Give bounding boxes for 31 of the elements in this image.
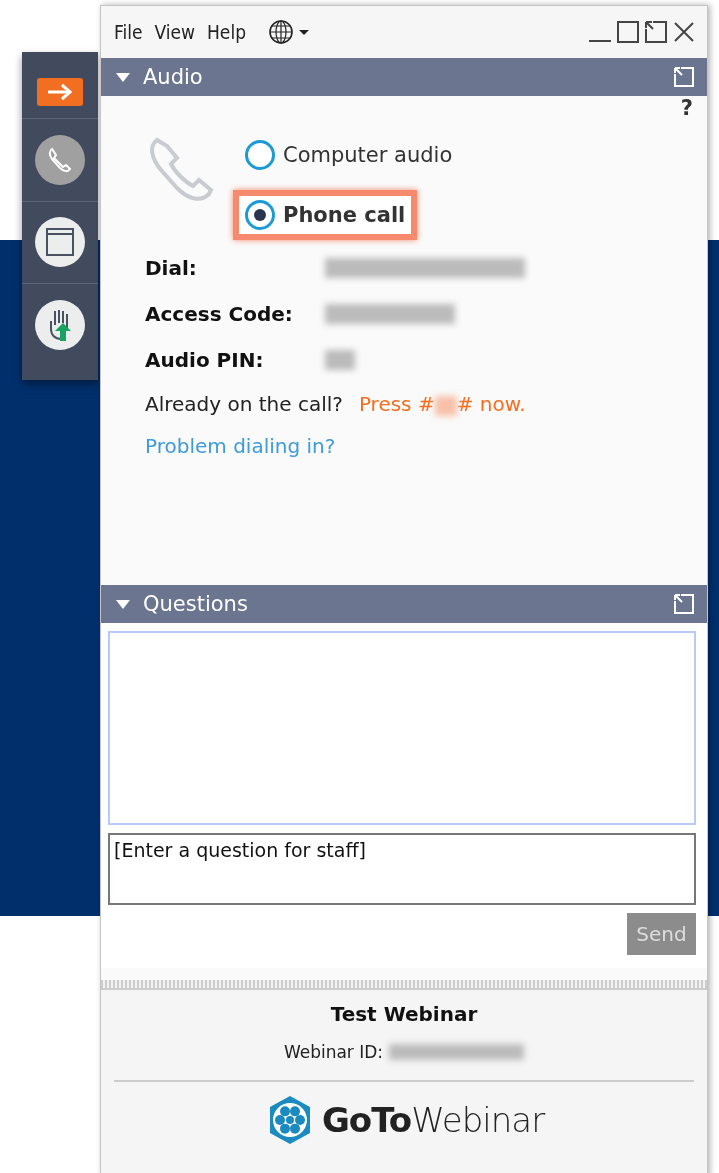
prompt-text: Already on the call? [145,392,343,416]
pop-out-icon[interactable] [673,593,695,615]
maximize-icon[interactable] [615,19,641,45]
arrow-right-icon[interactable] [37,77,83,106]
menu-item[interactable]: View [154,21,195,43]
panel-header[interactable]: Audio [101,58,707,96]
panel-title: Questions [143,592,248,616]
webinar-title: Test Webinar [330,1002,478,1026]
panel-header[interactable]: Questions [101,585,707,623]
window-icon[interactable] [34,216,86,269]
panel-title: Audio [143,65,203,89]
question-field[interactable]: [Enter a question for staff] [108,833,696,905]
field-label: Dial: [145,256,198,280]
radio-option[interactable]: Phone call [233,190,418,240]
field-label: Audio PIN: [145,348,265,372]
help-link[interactable]: ? [680,96,693,126]
menu-item[interactable]: Help [207,21,246,43]
phone-icon[interactable] [34,133,86,186]
logo-text: GoToWebinar [321,1100,545,1140]
pop-out-icon[interactable] [673,66,695,88]
globe-icon[interactable] [268,19,312,45]
field-label: Access Code: [145,302,294,326]
collapse-icon[interactable] [115,598,131,610]
instruction-text: Press # # now. [358,392,526,416]
collapse-icon[interactable] [115,71,131,83]
pop-out-icon[interactable] [643,19,669,45]
field-label: Webinar ID: [283,1042,384,1062]
radio-option[interactable]: Computer audio [233,130,465,180]
menu-item[interactable]: File [114,21,143,43]
raise-hand-icon[interactable] [34,299,86,352]
splitter-handle[interactable] [101,980,707,990]
